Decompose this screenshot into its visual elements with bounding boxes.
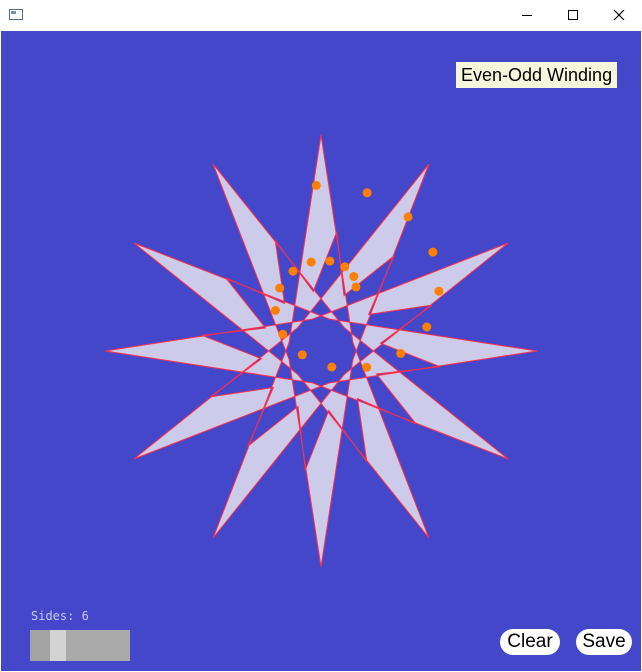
control-point[interactable]	[325, 256, 335, 266]
control-point[interactable]	[297, 350, 307, 360]
star-polygon-shape	[104, 134, 538, 568]
save-button[interactable]: Save	[576, 629, 632, 655]
control-point[interactable]	[362, 188, 372, 198]
winding-mode-label: Even-Odd Winding	[456, 62, 618, 88]
control-point[interactable]	[275, 283, 285, 293]
control-point[interactable]	[306, 257, 316, 267]
sides-slider-fill	[30, 630, 50, 661]
maximize-button[interactable]	[550, 0, 596, 31]
control-point[interactable]	[340, 262, 350, 272]
control-point[interactable]	[362, 362, 372, 372]
control-point[interactable]	[351, 282, 361, 292]
control-point[interactable]	[428, 247, 438, 257]
sides-slider-handle[interactable]	[50, 630, 66, 661]
close-button[interactable]	[596, 0, 642, 31]
minimize-button[interactable]	[504, 0, 550, 31]
control-point[interactable]	[270, 305, 280, 315]
control-point[interactable]	[434, 286, 444, 296]
control-point[interactable]	[278, 329, 288, 339]
control-point[interactable]	[396, 349, 406, 358]
app-window-icon	[9, 9, 23, 20]
control-point[interactable]	[422, 322, 432, 332]
star-polygon-svg	[104, 134, 538, 568]
sides-slider[interactable]	[30, 630, 130, 661]
sides-label: Sides: 6	[31, 609, 89, 623]
control-point[interactable]	[327, 362, 337, 372]
close-icon	[613, 9, 625, 21]
drawing-canvas[interactable]: Even-Odd Winding Sides: 6 Clear Save	[1, 31, 641, 671]
control-point[interactable]	[349, 272, 359, 281]
control-point[interactable]	[403, 212, 413, 222]
clear-button[interactable]: Clear	[500, 629, 560, 655]
title-bar	[0, 0, 642, 31]
control-point[interactable]	[311, 180, 321, 190]
control-point[interactable]	[288, 266, 298, 276]
